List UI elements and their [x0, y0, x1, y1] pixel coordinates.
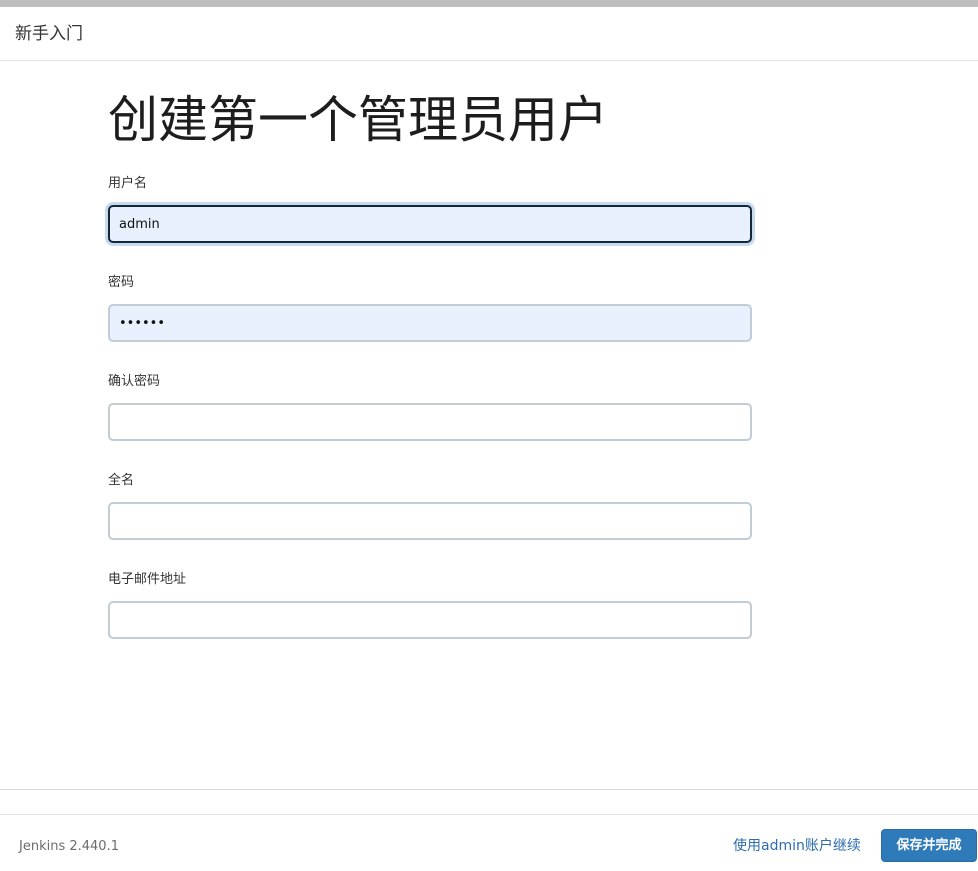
version-label: Jenkins 2.440.1 [19, 839, 119, 854]
username-label: 用户名 [108, 176, 148, 191]
save-and-finish-button[interactable]: 保存并完成 [881, 829, 977, 862]
window-top-strip [0, 0, 978, 7]
dialog-footer: Jenkins 2.440.1 使用admin账户继续 保存并完成 [0, 814, 978, 871]
password-input[interactable] [108, 304, 752, 342]
continue-as-admin-link[interactable]: 使用admin账户继续 [733, 836, 861, 856]
dialog-header: 新手入门 [0, 7, 978, 61]
username-input[interactable] [108, 205, 752, 243]
confirm-password-label: 确认密码 [108, 374, 161, 389]
password-label: 密码 [108, 275, 135, 290]
header-title: 新手入门 [15, 24, 83, 44]
email-label: 电子邮件地址 [108, 572, 187, 587]
confirm-password-input[interactable] [108, 403, 752, 441]
setup-dialog: 新手入门 创建第一个管理员用户 用户名 密码 确认密码 全名 电子邮件地址 Je… [0, 7, 978, 871]
footer-divider [0, 789, 978, 790]
page-title: 创建第一个管理员用户 [108, 91, 608, 149]
email-input[interactable] [108, 601, 752, 639]
fullname-label: 全名 [108, 473, 135, 488]
fullname-input[interactable] [108, 502, 752, 540]
